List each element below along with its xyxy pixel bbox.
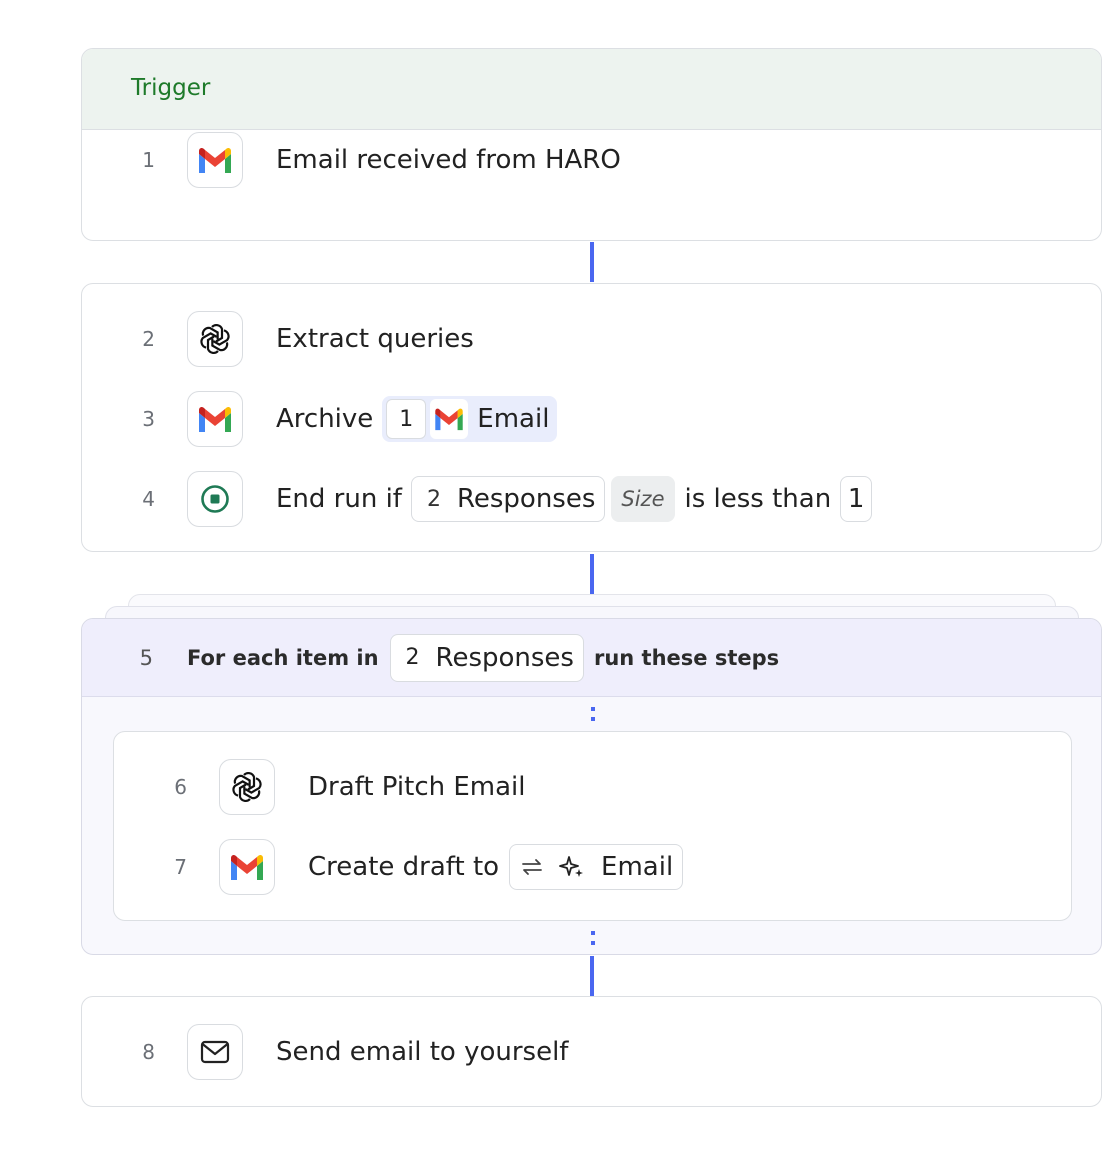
- step-label: Archive: [276, 404, 374, 434]
- step-row-6[interactable]: 6 Draft Pitch Email: [114, 759, 526, 815]
- loop-item-icon: [519, 854, 545, 880]
- step-card-8: 8 Send email to yourself: [81, 996, 1102, 1107]
- gmail-icon: [430, 399, 469, 439]
- step-row-7[interactable]: 7 Create draft to Email: [114, 839, 684, 895]
- dotted-connector: [591, 931, 595, 951]
- step-label: Extract queries: [276, 324, 474, 354]
- step-label: Create draft to: [308, 852, 500, 882]
- reference-label: Responses: [435, 642, 574, 673]
- step-number: 2: [142, 327, 155, 351]
- step-row-3[interactable]: 3 Archive 1 Email: [82, 391, 558, 447]
- connector-line: [590, 956, 594, 996]
- gmail-icon: [187, 391, 243, 447]
- step-row-8[interactable]: 8 Send email to yourself: [82, 1024, 568, 1080]
- openai-icon: [187, 311, 243, 367]
- reference-pill[interactable]: 2 Responses: [410, 476, 606, 522]
- operator-text: is less than: [684, 484, 832, 514]
- step-number: 1: [142, 148, 155, 172]
- step-number: 4: [142, 487, 155, 511]
- reference-step-number: 2: [405, 645, 420, 670]
- size-modifier[interactable]: Size: [611, 476, 675, 522]
- gmail-icon: [219, 839, 275, 895]
- dotted-connector: [591, 707, 595, 727]
- sparkle-icon: [559, 854, 585, 880]
- reference-label: Email: [477, 404, 550, 434]
- gmail-icon: [187, 132, 243, 188]
- reference-step-number: 1: [386, 399, 427, 439]
- steps-group-card: 2 Extract queries 3 Archive 1 Email 4 En…: [81, 283, 1102, 552]
- mail-icon: [187, 1024, 243, 1080]
- step-label: Send email to yourself: [276, 1037, 569, 1067]
- reference-pill[interactable]: Email: [509, 844, 684, 890]
- openai-icon: [219, 759, 275, 815]
- step-number: 5: [139, 645, 153, 670]
- step-label: Draft Pitch Email: [308, 772, 526, 802]
- step-label: End run if: [276, 484, 402, 514]
- step-number: 6: [174, 775, 187, 799]
- trigger-card[interactable]: Trigger 1 Email received from HARO: [81, 48, 1102, 241]
- reference-pill[interactable]: 1 Email: [382, 396, 558, 442]
- trigger-header: Trigger: [82, 49, 1101, 130]
- value-pill[interactable]: 1: [840, 476, 873, 522]
- loop-suffix: run these steps: [593, 645, 780, 670]
- loop-card: 5 For each item in 2 Responses run these…: [81, 618, 1102, 955]
- step-label: Email received from HARO: [276, 145, 621, 175]
- step-number: 7: [174, 855, 187, 879]
- reference-pill[interactable]: 2 Responses: [389, 633, 584, 682]
- reference-label: Email: [601, 852, 674, 882]
- step-number: 3: [142, 407, 155, 431]
- loop-steps-card: 6 Draft Pitch Email 7 Create draft to Em…: [113, 731, 1072, 921]
- loop-header[interactable]: 5 For each item in 2 Responses run these…: [82, 619, 1101, 697]
- step-row-4[interactable]: 4 End run if 2 Responses Size is less th…: [82, 471, 873, 527]
- trigger-title: Trigger: [131, 75, 211, 101]
- reference-step-number: 2: [426, 486, 441, 512]
- reference-label: Responses: [456, 484, 596, 514]
- step-row-1[interactable]: 1 Email received from HARO: [82, 132, 621, 188]
- loop-prefix: For each item in: [187, 645, 379, 670]
- connector-line: [590, 242, 594, 282]
- step-row-2[interactable]: 2 Extract queries: [82, 311, 474, 367]
- connector-line: [590, 554, 594, 594]
- stop-icon: [187, 471, 243, 527]
- step-number: 8: [142, 1040, 155, 1064]
